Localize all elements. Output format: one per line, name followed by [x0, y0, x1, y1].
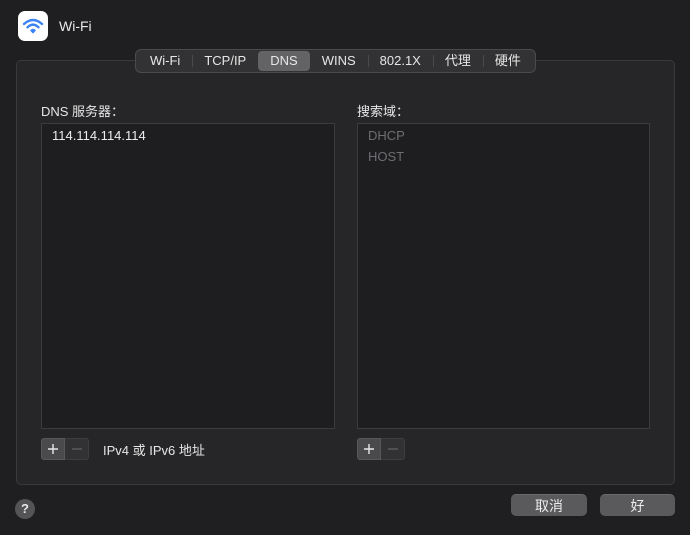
tab-8021x[interactable]: 802.1X	[367, 51, 433, 71]
tab-dns[interactable]: DNS	[258, 51, 310, 71]
list-item: DHCP	[368, 128, 405, 143]
dns-hint: IPv4 或 IPv6 地址	[103, 443, 205, 458]
cancel-button[interactable]: 取消	[511, 494, 587, 516]
minus-icon	[71, 448, 82, 450]
plus-icon	[364, 444, 374, 454]
tab-wifi[interactable]: Wi-Fi	[138, 51, 192, 71]
add-dns-button[interactable]	[41, 438, 65, 460]
wifi-icon	[18, 11, 48, 41]
plus-icon	[48, 444, 58, 454]
remove-dns-button[interactable]	[65, 438, 89, 460]
tab-hardware[interactable]: 硬件	[482, 51, 533, 71]
add-search-domain-button[interactable]	[357, 438, 381, 460]
dns-servers-list[interactable]: 114.114.114.114	[41, 123, 335, 429]
list-item[interactable]: 114.114.114.114	[42, 125, 334, 146]
tab-bar: Wi-Fi TCP/IP DNS WINS 802.1X 代理 硬件	[135, 49, 536, 73]
search-domains-list[interactable]: DHCP HOST	[357, 123, 650, 429]
list-item: HOST	[368, 149, 405, 164]
ok-button[interactable]: 好	[600, 494, 675, 516]
search-domains-label: 搜索域：	[357, 104, 410, 119]
tab-wins[interactable]: WINS	[310, 51, 368, 71]
minus-icon	[387, 448, 398, 450]
window-header: Wi-Fi	[18, 11, 92, 41]
dns-add-remove	[41, 438, 89, 460]
remove-search-domain-button[interactable]	[381, 438, 405, 460]
search-add-remove	[357, 438, 405, 460]
tab-proxy[interactable]: 代理	[432, 51, 483, 71]
tab-tcpip[interactable]: TCP/IP	[192, 51, 258, 71]
help-button[interactable]: ?	[15, 499, 35, 519]
dns-servers-label: DNS 服务器：	[41, 104, 125, 119]
window-title: Wi-Fi	[59, 18, 92, 34]
